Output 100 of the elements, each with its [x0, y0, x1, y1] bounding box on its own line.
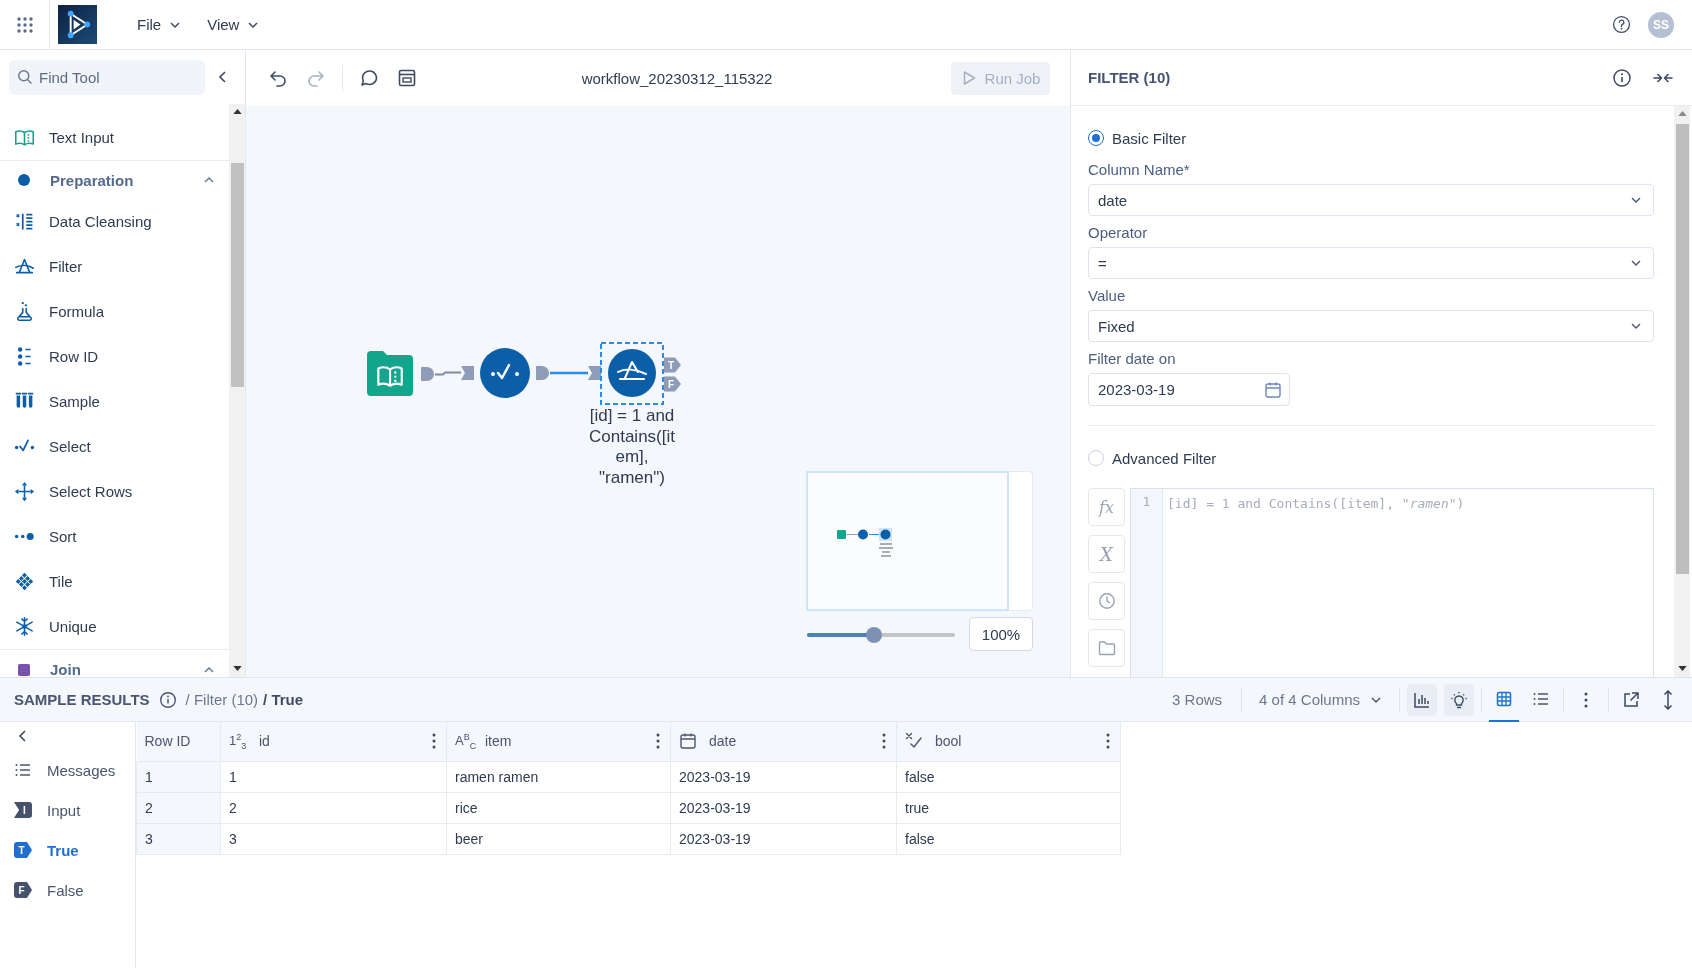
panel-title: FILTER (10)	[1088, 69, 1171, 86]
zoom-slider[interactable]	[807, 627, 955, 643]
output-nav-item[interactable]: F False	[0, 870, 135, 910]
flask-icon	[14, 301, 35, 322]
dropdown-field[interactable]: =	[1088, 247, 1654, 279]
snowflake-icon	[14, 616, 35, 637]
table-cell: 2023-03-19	[670, 792, 897, 823]
columns-dropdown[interactable]: 4 of 4 Columns	[1249, 691, 1392, 708]
row-count: 3 Rows	[1172, 691, 1223, 708]
slider-thumb[interactable]	[865, 627, 882, 643]
input-anchor[interactable]	[461, 366, 474, 380]
calendar-icon[interactable]	[1264, 380, 1282, 399]
lightbulb-icon	[1450, 690, 1468, 709]
kebab-icon[interactable]	[432, 733, 436, 750]
date-field[interactable]: 2023-03-19	[1088, 373, 1290, 406]
column-header[interactable]: date	[670, 722, 897, 761]
anchor-badge: I	[14, 802, 32, 818]
table-cell: false	[896, 761, 1121, 792]
input-anchor[interactable]	[588, 366, 601, 380]
table-cell: 1	[136, 761, 221, 792]
kebab-icon[interactable]	[1106, 733, 1110, 750]
zoom-field[interactable]: 100%	[969, 617, 1033, 651]
external-link-icon	[1622, 690, 1640, 709]
scroll-up-icon[interactable]	[232, 109, 242, 114]
tool-node[interactable]	[367, 351, 413, 396]
code-line: [id] = 1 and Contains([item], "ramen")	[1167, 496, 1465, 511]
column-name: date	[709, 733, 737, 750]
dropdown-field[interactable]: date	[1088, 184, 1654, 216]
dot-grid-icon	[15, 15, 34, 34]
tool-node[interactable]	[600, 342, 664, 405]
output-nav-item[interactable]: T True	[0, 830, 135, 870]
scrollbar[interactable]	[1674, 106, 1690, 677]
tool-item[interactable]: Filter	[0, 244, 229, 289]
tool-item[interactable]: Unique	[0, 604, 229, 649]
scrollbar[interactable]	[229, 104, 245, 677]
folder-button[interactable]	[1088, 629, 1125, 667]
radio-label[interactable]: Advanced Filter	[1112, 449, 1217, 467]
scrollbar-thumb[interactable]	[1675, 124, 1689, 574]
anchor-badge: F	[14, 882, 32, 898]
column-header[interactable]: Row ID	[136, 722, 221, 761]
category-header[interactable]: Preparation	[0, 161, 229, 199]
search-icon	[17, 69, 33, 85]
breadcrumb-current: / True	[263, 691, 304, 708]
table-cell: beer	[446, 823, 671, 854]
tool-node[interactable]	[480, 348, 530, 398]
speech-bubble-icon	[359, 68, 379, 88]
radio-button[interactable]	[1088, 130, 1104, 146]
column-header[interactable]: bool	[896, 722, 1121, 761]
table-grid-icon	[1495, 689, 1513, 708]
field-label: Operator	[1088, 224, 1149, 242]
info-icon[interactable]	[1612, 67, 1632, 88]
field-label: Value	[1088, 287, 1127, 305]
scroll-down-icon[interactable]	[1677, 666, 1687, 671]
column-header[interactable]: 1$^{2}$$_{3}$ id	[220, 722, 447, 761]
table-cell: 2	[220, 792, 447, 823]
table-cell: 3	[136, 823, 221, 854]
column-header[interactable]: A$^{B}$$_{C}$ item	[446, 722, 671, 761]
tool-item[interactable]: Sample	[0, 379, 229, 424]
radio-label[interactable]: Basic Filter	[1112, 129, 1187, 147]
workflow-title: workflow_20230312_115322	[581, 69, 773, 87]
kebab-icon[interactable]	[882, 733, 886, 750]
tool-item[interactable]: Tile	[0, 559, 229, 604]
time-button[interactable]	[1088, 582, 1125, 620]
scrollbar-thumb[interactable]	[230, 163, 244, 387]
table-cell: true	[896, 792, 1121, 823]
tool-item[interactable]: Sort	[0, 514, 229, 559]
table-cell: ramen ramen	[446, 761, 671, 792]
scroll-down-icon[interactable]	[232, 666, 242, 671]
kebab-icon	[1584, 691, 1588, 708]
insights-button[interactable]	[1444, 683, 1474, 716]
chart-button[interactable]	[1407, 683, 1437, 716]
column-name: id	[259, 733, 270, 750]
tool-item[interactable]: Select Rows	[0, 469, 229, 514]
menu-button[interactable]: File	[129, 10, 190, 39]
calendar-icon	[679, 732, 697, 751]
search-field[interactable]: Find Tool	[9, 59, 205, 95]
undo-icon	[268, 68, 288, 88]
tool-item[interactable]: Data Cleansing	[0, 199, 229, 244]
diamond-tiles-icon	[14, 571, 35, 592]
output-anchor[interactable]	[536, 366, 549, 380]
dropdown-field[interactable]: Fixed	[1088, 310, 1654, 342]
app-logo[interactable]	[58, 5, 97, 44]
output-anchor[interactable]	[421, 367, 434, 381]
bar-chart-icon	[1413, 690, 1431, 709]
menu-button[interactable]: View	[199, 10, 268, 39]
tool-item[interactable]: Row ID	[0, 334, 229, 379]
help-icon[interactable]	[1612, 15, 1631, 34]
clock-icon	[1097, 592, 1116, 610]
output-nav-item[interactable]: Messages	[0, 750, 135, 790]
kebab-icon[interactable]	[656, 733, 660, 750]
table-cell: 2023-03-19	[670, 761, 897, 792]
output-nav-item[interactable]: I Input	[0, 790, 135, 830]
tool-item[interactable]: Formula	[0, 289, 229, 334]
tool-item[interactable]: Select	[0, 424, 229, 469]
table-lines-icon	[14, 211, 35, 232]
field-label: Column Name*	[1088, 161, 1191, 179]
info-icon[interactable]	[158, 690, 177, 709]
node-annotation: [id] = 1 and Contains([item], "ramen")	[588, 406, 676, 488]
column-name: bool	[935, 733, 962, 750]
breadcrumb-link[interactable]: / Filter (10)	[185, 691, 259, 708]
